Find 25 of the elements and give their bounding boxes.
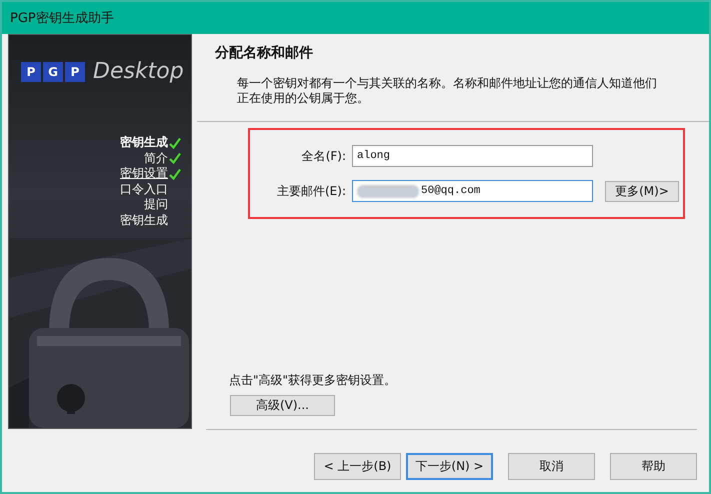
dialog-button[interactable]: 帮助 <box>610 453 697 480</box>
step-label: 密钥生成 <box>120 212 168 229</box>
step-label: 密钥设置 <box>120 165 168 182</box>
steps-heading: 密钥生成 <box>120 134 168 152</box>
field-label: 主要邮件(E): <box>276 182 346 200</box>
dialog-button[interactable]: 下一步(N) > <box>406 453 493 480</box>
step-label: 口令入口 <box>120 180 168 198</box>
text-field[interactable]: along <box>352 145 593 167</box>
advanced-button[interactable]: 高级(V)... <box>230 395 335 416</box>
logo-letter: G <box>43 62 63 82</box>
logo-letter: P <box>65 62 85 82</box>
step-label: 提问 <box>144 196 168 214</box>
more-button[interactable]: 更多(M)> <box>605 180 679 202</box>
redaction-blur <box>357 184 419 198</box>
window-title: PGP密钥生成助手 <box>10 10 114 27</box>
advanced-hint: 点击"高级"获得更多密钥设置。 <box>229 372 398 389</box>
page-heading: 分配名称和邮件 <box>215 44 314 62</box>
text-field[interactable]: 50@qq.com <box>352 180 593 202</box>
step-label: 简介 <box>144 150 168 167</box>
logo-letter: P <box>21 62 41 82</box>
dialog-button[interactable]: 取消 <box>508 453 595 480</box>
page-description: 每一个密钥对都有一个与其关联的名称。名称和邮件地址让您的通信人知道他们正在使用的公钥属于您。 <box>237 76 657 106</box>
dialog-button[interactable]: < 上一步(B) <box>314 453 401 480</box>
field-label: 全名(F): <box>300 148 346 164</box>
logo-word: Desktop <box>93 59 184 84</box>
